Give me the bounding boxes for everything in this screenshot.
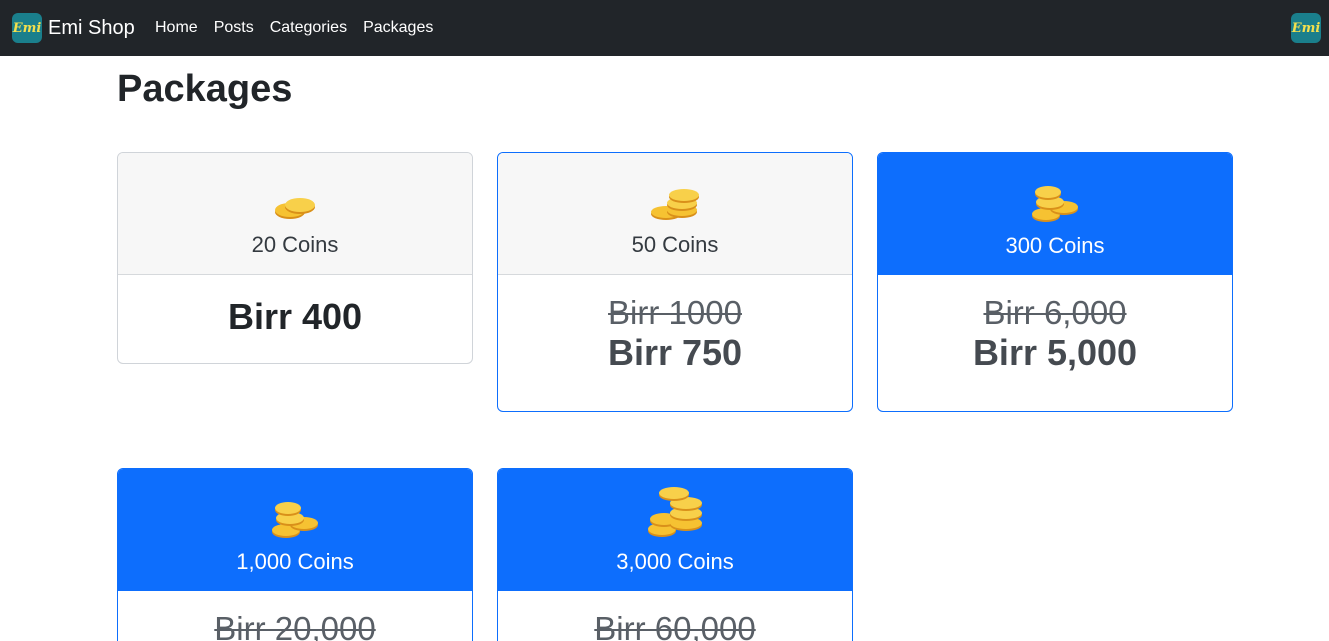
nav-link-home[interactable]: Home: [147, 19, 206, 37]
navbar: Emi Emi Shop Home Posts Categories Packa…: [0, 0, 1329, 56]
coins-label: 3,000 Coins: [616, 549, 734, 574]
nav-link-categories[interactable]: Categories: [262, 19, 355, 37]
card-body: Birr 6,000 Birr 5,000: [878, 275, 1232, 374]
card-header: 20 Coins: [118, 153, 472, 275]
package-card-1000[interactable]: 1,000 Coins Birr 20,000: [117, 468, 473, 641]
brand-logo-icon: Emi: [12, 13, 42, 43]
old-price: Birr 1000: [608, 294, 742, 331]
coins-tower-icon: [648, 487, 702, 537]
price: Birr 750: [607, 332, 743, 374]
price: Birr 5,000: [972, 332, 1138, 374]
coins-pile-icon: [1032, 186, 1078, 222]
coins-label: 1,000 Coins: [236, 549, 354, 574]
coins-label: 300 Coins: [1005, 233, 1105, 258]
coins-pair-icon: [275, 198, 315, 219]
card-body: Birr 1000 Birr 750: [498, 275, 852, 374]
card-body: Birr 400: [118, 275, 472, 338]
package-card-300[interactable]: 300 Coins Birr 6,000 Birr 5,000: [877, 152, 1233, 412]
card-header: 3,000 Coins: [498, 469, 852, 591]
price: Birr 400: [227, 296, 363, 337]
nav-link-posts[interactable]: Posts: [206, 19, 262, 37]
avatar-logo-text: Emi: [1291, 20, 1321, 36]
brand-link[interactable]: Emi Emi Shop: [12, 13, 135, 43]
card-header: 50 Coins: [498, 153, 852, 275]
card-body: Birr 60,000: [498, 591, 852, 641]
coins-pile-icon: [272, 502, 318, 538]
package-card-20[interactable]: 20 Coins Birr 400: [117, 152, 473, 364]
coins-label: 20 Coins: [251, 232, 339, 257]
old-price: Birr 60,000: [594, 610, 756, 641]
coins-label: 50 Coins: [631, 232, 719, 257]
page-title: Packages: [117, 68, 293, 110]
card-header: 1,000 Coins: [118, 469, 472, 591]
nav-links: Home Posts Categories Packages: [147, 0, 441, 56]
user-avatar-icon[interactable]: Emi: [1291, 13, 1321, 43]
brand-name: Emi Shop: [48, 16, 135, 39]
old-price: Birr 6,000: [983, 294, 1127, 331]
package-card-3000[interactable]: 3,000 Coins Birr 60,000: [497, 468, 853, 641]
card-header: 300 Coins: [878, 153, 1232, 275]
old-price: Birr 20,000: [214, 610, 376, 641]
package-card-50[interactable]: 50 Coins Birr 1000 Birr 750: [497, 152, 853, 412]
coins-stack-icon: [651, 189, 699, 220]
nav-link-packages[interactable]: Packages: [355, 19, 441, 37]
logo-text: Emi: [12, 20, 42, 36]
card-body: Birr 20,000: [118, 591, 472, 641]
